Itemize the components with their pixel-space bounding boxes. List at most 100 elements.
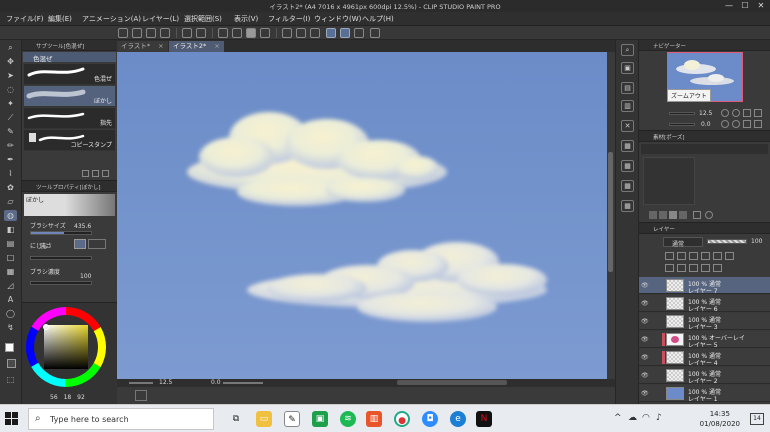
menu-filter[interactable]: フィルター(I) (268, 14, 310, 24)
navigator-rotation[interactable]: 0.0 (701, 121, 711, 128)
show-hidden-icons-icon[interactable]: ^ (614, 413, 622, 423)
layer-thumbnail[interactable] (666, 279, 684, 292)
menu-file[interactable]: ファイル(F) (6, 14, 44, 24)
color-wheel[interactable] (22, 303, 117, 393)
blend-tool-icon[interactable]: ◍ (4, 210, 17, 221)
menu-view[interactable]: 表示(V) (234, 14, 258, 24)
network-icon[interactable]: ◠ (642, 413, 650, 423)
material-preview[interactable] (643, 157, 695, 205)
info-panel-icon[interactable]: ▤ (621, 82, 634, 94)
clear-outside-icon[interactable] (232, 28, 242, 38)
deselect-icon[interactable] (282, 28, 292, 38)
blur-strength-slider[interactable] (30, 256, 92, 260)
chrome-icon[interactable]: ● (394, 411, 410, 427)
navigator-rotate-slider[interactable] (669, 123, 695, 126)
layer-row[interactable]: 👁 100 % オーバーレイ レイヤー 5 (639, 331, 770, 349)
layer-row[interactable]: 👁 100 % 通常 レイヤー 6 (639, 295, 770, 313)
layer-visibility-icon[interactable]: 👁 (641, 300, 649, 307)
invert-selection-icon[interactable] (296, 28, 306, 38)
taskbar-clock[interactable]: 14:35 01/08/2020 (700, 409, 740, 429)
material-panel-icon[interactable]: ▦ (621, 140, 634, 152)
mask-icon[interactable] (713, 252, 722, 260)
close-tab-icon[interactable]: × (214, 42, 219, 50)
volume-icon[interactable]: ♪ (656, 413, 662, 423)
redo-icon[interactable] (196, 28, 206, 38)
clear-icon[interactable] (218, 28, 228, 38)
onedrive-icon[interactable]: ☁ (628, 413, 637, 423)
airbrush-tool-icon[interactable]: ⌇ (4, 168, 17, 179)
material-view-small-icon[interactable] (649, 211, 657, 219)
actual-size-button[interactable] (743, 109, 751, 117)
layer-row[interactable]: 👁 100 % 通常 レイヤー 1 (639, 385, 770, 403)
pencil-tool-icon[interactable]: ✏ (4, 140, 17, 151)
tab-illustration-1[interactable]: イラスト* × (117, 41, 168, 52)
scroll-thumb[interactable] (608, 152, 613, 272)
material-search-icon[interactable] (705, 211, 713, 219)
material-paste-icon[interactable] (693, 211, 701, 219)
layer-opacity-value[interactable]: 100 (751, 238, 762, 245)
subtool-item[interactable]: 色混ぜ (24, 64, 115, 85)
transform-icon[interactable] (260, 28, 270, 38)
lock-transparency-icon[interactable] (701, 252, 710, 260)
show-selection-icon[interactable] (310, 28, 320, 38)
menu-window[interactable]: ウィンドウ(W) (314, 14, 361, 24)
fit-screen-button[interactable] (754, 109, 762, 117)
export-icon[interactable] (160, 28, 170, 38)
settings-icon[interactable] (370, 28, 380, 38)
sub-view-panel-icon[interactable]: ▣ (621, 62, 634, 74)
subtool-item[interactable]: コピースタンプ (24, 130, 115, 151)
tab-illustration-2[interactable]: イラスト2* × (169, 41, 224, 52)
duplicate-subtool-icon[interactable] (92, 170, 99, 177)
layer-row[interactable]: 👁 100 % 通常 レイヤー 4 (639, 349, 770, 367)
layer-visibility-icon[interactable]: 👁 (641, 390, 649, 397)
notification-center-icon[interactable]: 14 (750, 413, 764, 425)
maximize-button[interactable]: ☐ (738, 0, 752, 12)
netflix-icon[interactable]: N (476, 411, 492, 427)
brush-tool-icon[interactable]: ✒ (4, 154, 17, 165)
auto-select-icon[interactable]: ✦ (4, 98, 17, 109)
navigator-zoom-slider[interactable] (669, 112, 695, 115)
material-panel-icon[interactable]: ▦ (621, 200, 634, 212)
layer-thumbnail[interactable] (666, 351, 684, 364)
office-app-icon[interactable]: ▥ (366, 411, 382, 427)
material-panel-icon[interactable]: ▦ (621, 160, 634, 172)
new-vector-layer-icon[interactable] (677, 264, 686, 272)
pen-tool-icon[interactable]: ✎ (4, 126, 17, 137)
material-view-large-icon[interactable] (669, 211, 677, 219)
eyedropper-icon[interactable]: ⟋ (4, 112, 17, 123)
layer-thumbnail[interactable] (666, 297, 684, 310)
frame-tool-icon[interactable]: ▦ (4, 266, 17, 277)
navigator-panel-icon[interactable]: ⌕ (621, 44, 634, 56)
open-file-icon[interactable] (132, 28, 142, 38)
layer-visibility-icon[interactable]: 👁 (641, 318, 649, 325)
delete-layer-icon[interactable] (713, 264, 722, 272)
transparent-color-icon[interactable]: ⬚ (4, 374, 17, 385)
layer-row[interactable]: 👁 100 % 通常 レイヤー 3 (639, 313, 770, 331)
text-tool-icon[interactable]: A (4, 294, 17, 305)
material-panel-icon[interactable]: ▦ (621, 180, 634, 192)
close-button[interactable]: ✕ (754, 0, 768, 12)
material-view-medium-icon[interactable] (659, 211, 667, 219)
snap-to-ruler-icon[interactable] (326, 28, 336, 38)
menu-selection[interactable]: 選択範囲(S) (184, 14, 222, 24)
edge-icon[interactable]: e (450, 411, 466, 427)
chat-app-icon[interactable]: ▣ (312, 411, 328, 427)
layer-visibility-icon[interactable]: 👁 (641, 354, 649, 361)
zoom-out-button[interactable] (721, 109, 729, 117)
lasso-tool-icon[interactable]: ◌ (4, 84, 17, 95)
figure-tool-icon[interactable]: □ (4, 252, 17, 263)
ruler-icon[interactable] (725, 252, 734, 260)
layer-visibility-icon[interactable]: 👁 (641, 336, 649, 343)
menu-help[interactable]: ヘルプ(H) (362, 14, 394, 24)
file-explorer-icon[interactable]: ▭ (256, 411, 272, 427)
object-tool-icon[interactable]: ➤ (4, 70, 17, 81)
snap-to-grid-icon[interactable] (354, 28, 364, 38)
subtool-item[interactable]: ぼかし (24, 86, 115, 107)
close-panel-icon[interactable]: ✕ (621, 120, 634, 132)
task-view-icon[interactable]: ⧉ (228, 411, 244, 427)
rotate-right-button[interactable] (732, 120, 740, 128)
blend-mode-select[interactable]: 通常 (663, 237, 703, 248)
zoom-slider[interactable] (129, 382, 153, 384)
eraser-tool-icon[interactable]: ▱ (4, 196, 17, 207)
brush-size-value[interactable]: 435.6 (74, 223, 91, 230)
